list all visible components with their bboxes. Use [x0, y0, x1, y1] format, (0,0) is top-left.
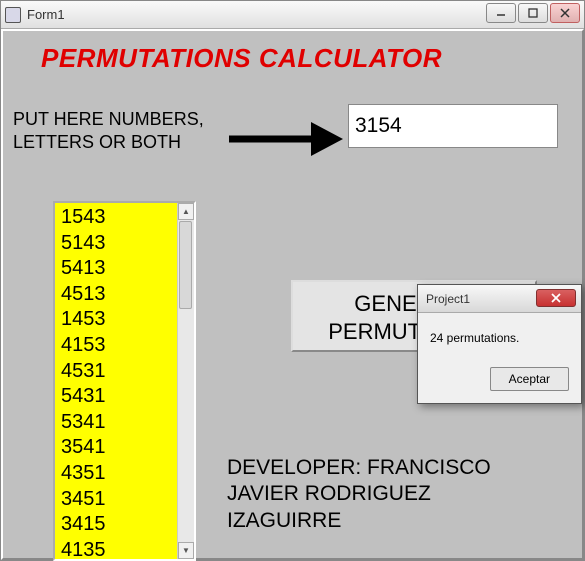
results-list: 1543514354134513145341534531543153413541… — [55, 203, 177, 559]
scroll-down-button[interactable]: ▼ — [178, 542, 194, 559]
list-item[interactable]: 4531 — [61, 359, 171, 385]
page-title: PERMUTATIONS CALCULATOR — [41, 43, 442, 74]
arrow-icon — [227, 119, 343, 159]
app-icon — [5, 7, 21, 23]
title-bar: Form1 — [1, 1, 584, 29]
close-icon — [550, 293, 562, 303]
list-item[interactable]: 4153 — [61, 333, 171, 359]
list-item[interactable]: 5413 — [61, 256, 171, 282]
dialog-title: Project1 — [426, 292, 470, 306]
list-item[interactable]: 1453 — [61, 307, 171, 333]
developer-label: DEVELOPER: FRANCISCO JAVIER RODRIGUEZ IZ… — [227, 455, 491, 534]
list-item[interactable]: 4351 — [61, 461, 171, 487]
scroll-up-button[interactable]: ▲ — [178, 203, 194, 220]
dialog-message: 24 permutations. — [430, 331, 569, 345]
list-item[interactable]: 3451 — [61, 487, 171, 513]
list-item[interactable]: 3415 — [61, 512, 171, 538]
client-area: PERMUTATIONS CALCULATOR PUT HERE NUMBERS… — [1, 29, 584, 560]
maximize-button[interactable] — [518, 3, 548, 23]
close-icon — [560, 8, 570, 18]
main-window: Form1 PERMUTATIONS CALCULATOR PUT HERE N… — [0, 0, 585, 561]
minimize-button[interactable] — [486, 3, 516, 23]
list-item[interactable]: 5431 — [61, 384, 171, 410]
results-listbox[interactable]: 1543514354134513145341534531543153413541… — [53, 201, 196, 561]
permutation-input[interactable] — [348, 104, 558, 148]
dialog-title-bar: Project1 — [418, 285, 581, 313]
instruction-label: PUT HERE NUMBERS, LETTERS OR BOTH — [13, 108, 204, 153]
accept-button[interactable]: Aceptar — [490, 367, 569, 391]
list-item[interactable]: 3541 — [61, 435, 171, 461]
maximize-icon — [528, 8, 538, 18]
message-dialog: Project1 24 permutations. Aceptar — [417, 284, 582, 404]
list-item[interactable]: 4513 — [61, 282, 171, 308]
scroll-thumb[interactable] — [179, 221, 192, 309]
dialog-close-button[interactable] — [536, 289, 576, 307]
list-item[interactable]: 5341 — [61, 410, 171, 436]
list-item[interactable]: 1543 — [61, 205, 171, 231]
minimize-icon — [496, 8, 506, 18]
dialog-footer: Aceptar — [430, 367, 569, 391]
window-title: Form1 — [27, 7, 65, 22]
scrollbar[interactable]: ▲ ▼ — [177, 203, 194, 559]
window-controls — [486, 3, 580, 23]
list-item[interactable]: 4135 — [61, 538, 171, 559]
dialog-body: 24 permutations. Aceptar — [418, 313, 581, 403]
list-item[interactable]: 5143 — [61, 231, 171, 257]
close-button[interactable] — [550, 3, 580, 23]
